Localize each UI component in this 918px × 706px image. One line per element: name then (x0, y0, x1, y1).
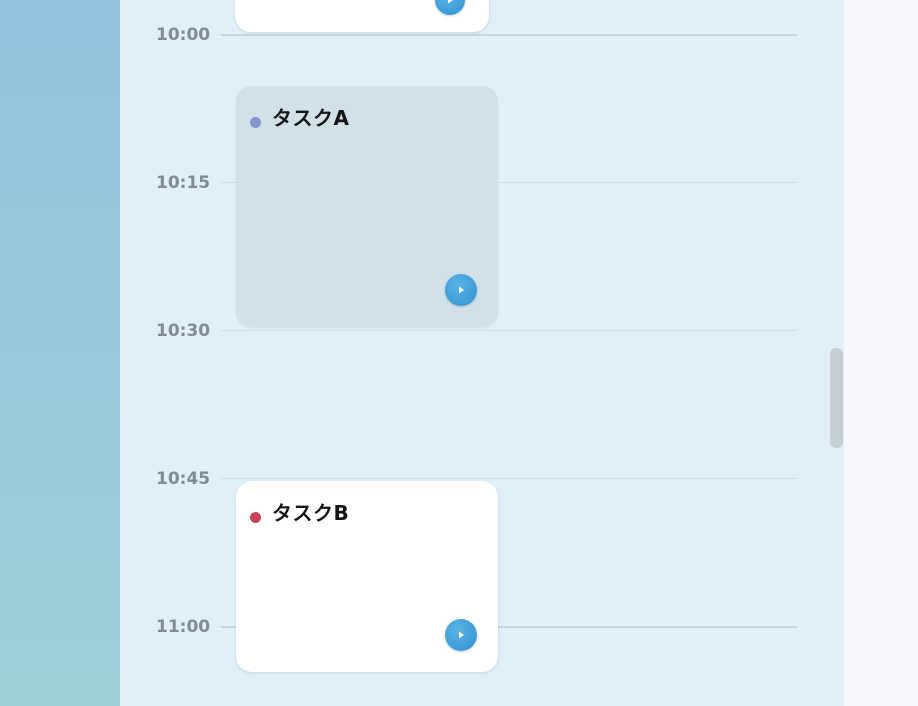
timeline-view: 10:00 10:15 10:30 10:45 11:00 タスクA タスクB (120, 0, 844, 706)
play-icon (448, 0, 453, 4)
right-pane (844, 0, 918, 706)
time-label-1000: 10:00 (156, 25, 211, 45)
hour-line (221, 34, 797, 36)
time-label-1045: 10:45 (156, 469, 211, 489)
vertical-scrollbar-thumb[interactable] (830, 348, 843, 448)
task-title: タスクB (272, 501, 350, 525)
task-card-previous[interactable] (235, 0, 489, 32)
task-title: タスクA (272, 106, 350, 130)
task-card-b[interactable]: タスクB (236, 481, 498, 672)
left-sidebar-strip (0, 0, 120, 706)
quarter-line (221, 478, 797, 479)
task-color-dot (250, 117, 261, 128)
time-label-1100: 11:00 (156, 617, 211, 637)
task-color-dot (250, 512, 261, 523)
play-icon (459, 286, 464, 294)
time-label-1015: 10:15 (156, 173, 211, 193)
task-play-button[interactable] (445, 274, 477, 306)
task-card-a[interactable]: タスクA (236, 86, 498, 327)
quarter-line (221, 330, 797, 331)
task-play-button[interactable] (435, 0, 465, 15)
play-icon (459, 631, 464, 639)
time-label-1030: 10:30 (156, 321, 211, 341)
task-play-button[interactable] (445, 619, 477, 651)
